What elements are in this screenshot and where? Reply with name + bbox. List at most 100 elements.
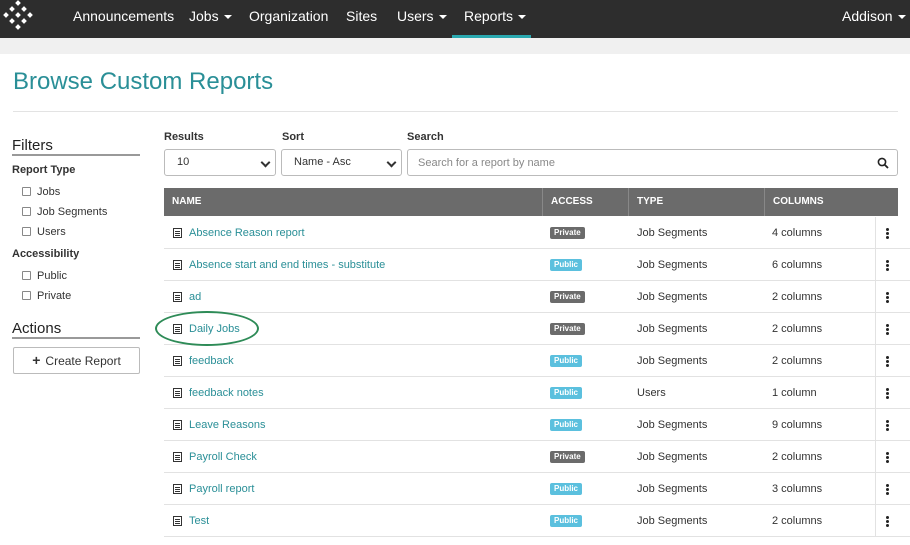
report-type: Job Segments (637, 355, 708, 367)
row-actions-menu-icon[interactable] (875, 505, 898, 537)
checkbox[interactable] (22, 291, 31, 300)
report-document-icon (173, 292, 182, 302)
report-column-count: 3 columns (772, 483, 823, 495)
sort-select[interactable]: Name - Asc (281, 149, 402, 176)
access-badge: Public (550, 515, 583, 527)
divider (13, 111, 898, 112)
filter-public[interactable]: Public (22, 269, 67, 283)
nav-reports[interactable]: Reports (452, 0, 531, 38)
report-type: Job Segments (637, 259, 708, 271)
report-type: Job Segments (637, 227, 708, 239)
search-icon[interactable] (877, 157, 889, 169)
table-row: feedback Public Job Segments 2 columns (164, 345, 910, 377)
col-access[interactable]: ACCESS (543, 188, 629, 216)
filter-job-segments[interactable]: Job Segments (22, 205, 107, 219)
table-row: Absence start and end times - substitute… (164, 249, 910, 281)
row-actions-menu-icon[interactable] (875, 377, 898, 409)
checkbox[interactable] (22, 207, 31, 216)
nav-users[interactable]: Users (397, 0, 447, 38)
report-column-count: 2 columns (772, 323, 823, 335)
report-type: Job Segments (637, 419, 708, 431)
page-header-band (0, 38, 910, 54)
table-row: Payroll report Public Job Segments 3 column… (164, 473, 910, 505)
report-document-icon (173, 260, 182, 270)
report-type-label: Report Type (12, 164, 76, 176)
divider (12, 337, 140, 339)
report-name-link[interactable]: Leave Reasons (189, 409, 265, 441)
report-name-link[interactable]: Payroll report (189, 473, 254, 505)
report-column-count: 2 columns (772, 291, 823, 303)
report-name-link[interactable]: Test (189, 505, 209, 537)
report-column-count: 2 columns (772, 355, 823, 367)
row-actions-menu-icon[interactable] (875, 249, 898, 281)
top-nav: Announcements Jobs Organization Sites Us… (0, 0, 910, 38)
report-name-link[interactable]: feedback (189, 345, 234, 377)
user-menu[interactable]: Addison (842, 0, 906, 38)
table-row: ad Private Job Segments 2 columns (164, 281, 910, 313)
row-actions-menu-icon[interactable] (875, 441, 898, 473)
nav-sites[interactable]: Sites (346, 0, 377, 38)
row-actions-menu-icon[interactable] (875, 313, 898, 345)
report-document-icon (173, 484, 182, 494)
report-document-icon (173, 388, 182, 398)
table-row: Absence Reason report Private Job Segments… (164, 217, 910, 249)
report-column-count: 2 columns (772, 451, 823, 463)
row-actions-menu-icon[interactable] (875, 217, 898, 249)
row-actions-menu-icon[interactable] (875, 473, 898, 505)
report-column-count: 2 columns (772, 515, 823, 527)
row-actions-menu-icon[interactable] (875, 409, 898, 441)
filter-users[interactable]: Users (22, 225, 66, 239)
highlight-circle (155, 311, 259, 346)
chevron-down-icon (386, 157, 397, 168)
report-document-icon (173, 452, 182, 462)
row-actions-menu-icon[interactable] (875, 281, 898, 313)
report-column-count: 6 columns (772, 259, 823, 271)
table-row: Payroll Check Private Job Segments 2 column… (164, 441, 910, 473)
search-input[interactable] (418, 155, 858, 171)
access-badge: Public (550, 259, 583, 271)
search-label: Search (407, 131, 444, 143)
report-name-link[interactable]: feedback notes (189, 377, 264, 409)
report-document-icon (173, 516, 182, 526)
filters-heading: Filters (12, 137, 53, 154)
caret-down-icon (897, 15, 906, 20)
report-name-link[interactable]: ad (189, 281, 201, 313)
checkbox[interactable] (22, 187, 31, 196)
access-badge: Private (550, 291, 585, 303)
table-row: Test Public Job Segments 2 columns (164, 505, 910, 537)
plus-icon: + (32, 352, 41, 368)
filter-jobs[interactable]: Jobs (22, 185, 60, 199)
access-badge: Public (550, 387, 583, 399)
chevron-down-icon (260, 157, 271, 168)
col-type[interactable]: TYPE (629, 188, 765, 216)
row-actions-menu-icon[interactable] (875, 345, 898, 377)
create-report-button[interactable]: + Create Report (13, 347, 140, 374)
nav-jobs[interactable]: Jobs (189, 0, 232, 38)
access-badge: Private (550, 323, 585, 335)
report-document-icon (173, 228, 182, 238)
divider (12, 154, 140, 156)
report-column-count: 9 columns (772, 419, 823, 431)
nav-announcements[interactable]: Announcements (73, 0, 174, 38)
report-name-link[interactable]: Absence Reason report (189, 217, 305, 249)
report-type: Job Segments (637, 291, 708, 303)
filter-private[interactable]: Private (22, 289, 71, 303)
checkbox[interactable] (22, 271, 31, 280)
caret-down-icon (223, 15, 232, 20)
nav-organization[interactable]: Organization (249, 0, 328, 38)
search-box[interactable] (407, 149, 898, 176)
table-row: feedback notes Public Users 1 column (164, 377, 910, 409)
col-columns[interactable]: COLUMNS (765, 188, 898, 216)
logo-icon[interactable] (0, 0, 36, 34)
access-badge: Public (550, 483, 583, 495)
table-header: NAME ACCESS TYPE COLUMNS (164, 188, 898, 216)
checkbox[interactable] (22, 227, 31, 236)
col-name[interactable]: NAME (164, 188, 543, 216)
caret-down-icon (518, 15, 527, 20)
page-title: Browse Custom Reports (13, 68, 274, 95)
report-name-link[interactable]: Absence start and end times - substitute (189, 249, 385, 281)
report-name-link[interactable]: Payroll Check (189, 441, 257, 473)
results-label: Results (164, 131, 204, 143)
accessibility-label: Accessibility (12, 248, 80, 260)
results-select[interactable]: 10 (164, 149, 276, 176)
